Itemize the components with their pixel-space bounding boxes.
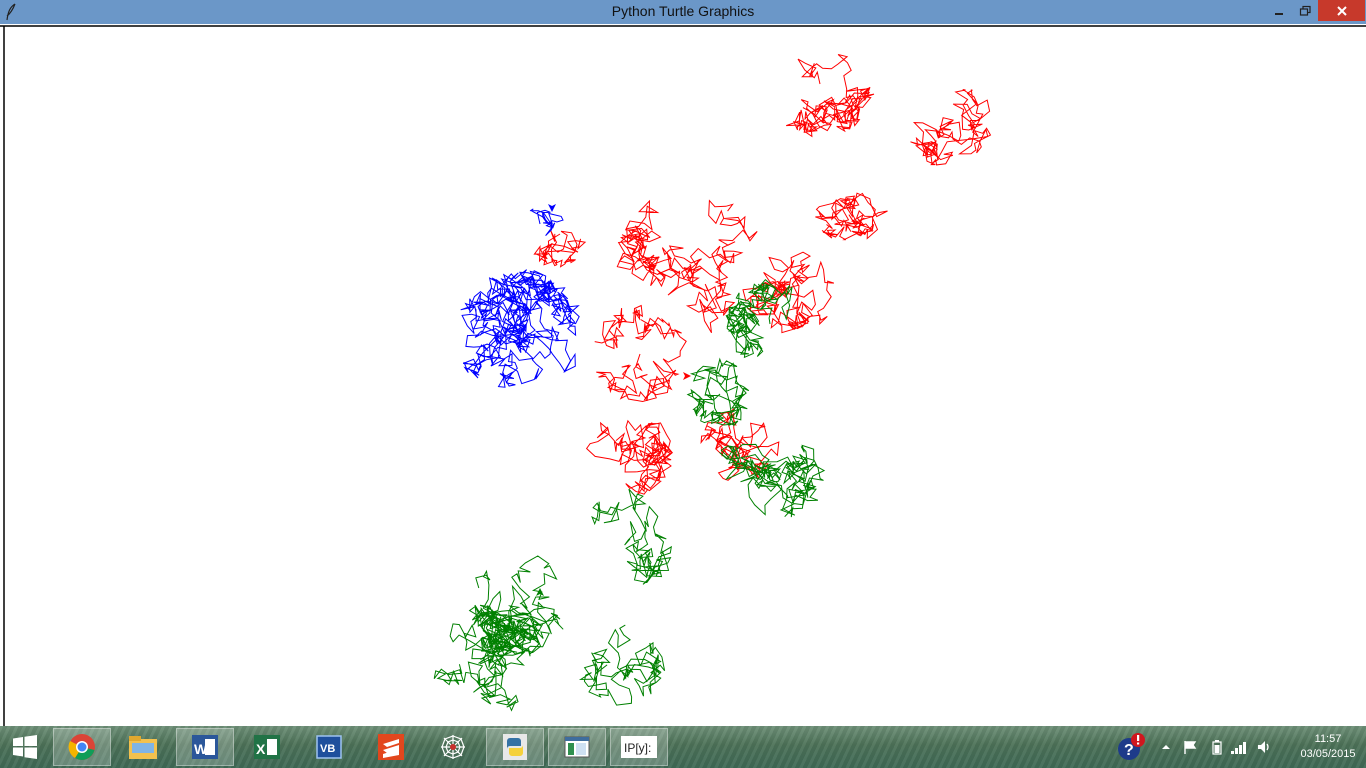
visual-basic-icon: VB: [316, 735, 342, 759]
close-button[interactable]: [1318, 0, 1365, 21]
file-explorer-icon: [129, 736, 157, 759]
window-icon: [564, 736, 590, 758]
spider-web-icon: [441, 735, 465, 759]
title-bar[interactable]: Python Turtle Graphics: [0, 0, 1366, 24]
walk-path-0-0: [786, 54, 875, 138]
tray-action-center[interactable]: [1182, 726, 1198, 768]
turtle-head-0: [683, 372, 691, 380]
sublime-icon: [378, 734, 404, 760]
taskbar-sublime[interactable]: [362, 728, 420, 766]
windows-logo-icon: [13, 735, 37, 759]
start-button[interactable]: [0, 728, 50, 766]
taskbar-python[interactable]: [486, 728, 544, 766]
tray-show-hidden[interactable]: [1160, 726, 1172, 768]
chevron-up-icon: [1162, 745, 1170, 749]
taskbar-chrome[interactable]: [53, 728, 111, 766]
taskbar-spider-web[interactable]: [424, 728, 482, 766]
help-alert-icon: ?: [1118, 733, 1145, 760]
random-walk-drawing: [0, 25, 1366, 726]
battery-icon: [1212, 740, 1222, 755]
taskbar-file-explorer[interactable]: [114, 728, 172, 766]
word-icon: W: [192, 735, 218, 759]
turtle-head-2: [536, 588, 544, 596]
ipython-icon: IP[y]:: [621, 736, 657, 758]
taskbar: W X VB IP[y]: ? 11:57 03/05/2015: [0, 726, 1366, 768]
chrome-icon: [68, 734, 95, 760]
tray-network[interactable]: [1230, 726, 1248, 768]
clock-time: 11:57: [1314, 733, 1342, 745]
walk-path-0-5: [594, 304, 687, 403]
minimize-button[interactable]: [1266, 0, 1292, 21]
speaker-icon: [1258, 741, 1269, 753]
close-icon: [1336, 5, 1347, 16]
minimize-icon: [1275, 12, 1283, 15]
turtle-head-1: [548, 204, 556, 212]
walk-path-1-1: [529, 208, 564, 237]
walk-path-0-6: [585, 419, 674, 495]
walk-path-2-1: [686, 357, 750, 427]
system-clock[interactable]: 11:57 03/05/2015: [1298, 732, 1358, 762]
excel-icon: X: [254, 735, 280, 759]
taskbar-excel[interactable]: X: [238, 728, 296, 766]
restore-button[interactable]: [1292, 0, 1318, 21]
signal-bars-icon: [1231, 742, 1246, 754]
svg-text:X: X: [256, 741, 266, 757]
tray-battery[interactable]: [1210, 726, 1224, 768]
taskbar-word[interactable]: W: [176, 728, 234, 766]
svg-text:VB: VB: [320, 743, 335, 755]
walk-path-2-2: [719, 443, 826, 518]
taskbar-window[interactable]: [548, 728, 606, 766]
python-icon: [503, 734, 527, 760]
taskbar-visual-basic[interactable]: VB: [300, 728, 358, 766]
walk-path-2-3: [591, 488, 672, 585]
walk-path-0-1: [910, 89, 992, 166]
svg-text:W: W: [194, 741, 208, 757]
tray-volume[interactable]: [1256, 726, 1272, 768]
clock-date: 03/05/2015: [1300, 748, 1356, 760]
svg-text:?: ?: [1124, 742, 1134, 759]
window-title: Python Turtle Graphics: [611, 3, 755, 19]
taskbar-ipython[interactable]: IP[y]:: [610, 728, 668, 766]
restore-icon: [1299, 5, 1311, 16]
walk-path-1-0: [460, 269, 580, 388]
walk-path-0-2: [815, 192, 888, 241]
flag-icon: [1184, 741, 1197, 754]
walk-path-0-8: [533, 230, 587, 268]
walk-path-2-6: [578, 624, 666, 706]
svg-text:IP[y]:: IP[y]:: [624, 741, 651, 755]
turtle-canvas[interactable]: [0, 24, 1366, 726]
tray-help[interactable]: ?: [1114, 726, 1148, 768]
